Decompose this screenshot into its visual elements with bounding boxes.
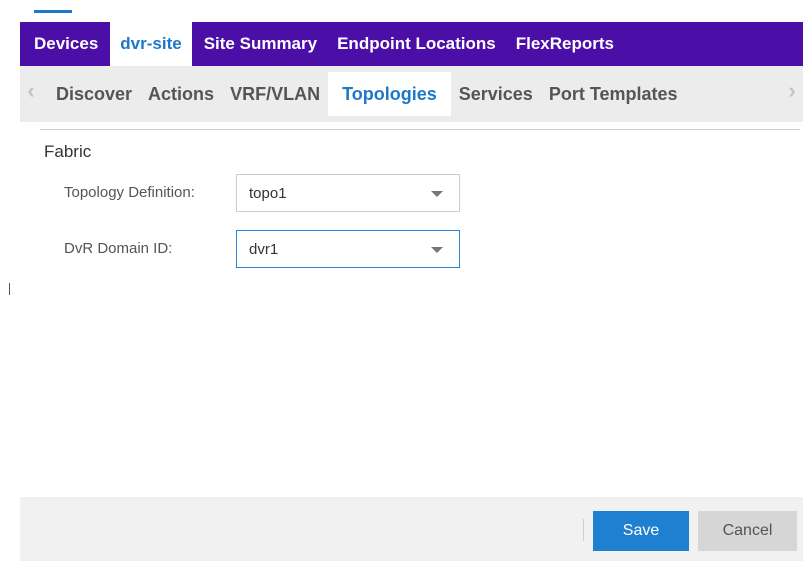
save-button[interactable]: Save (593, 511, 689, 551)
secondary-tab-row: Discover Actions VRF/VLAN Topologies Ser… (48, 72, 686, 116)
tab-port-templates[interactable]: Port Templates (541, 72, 686, 116)
primary-tab-bar: Devices dvr-site Site Summary Endpoint L… (20, 22, 803, 66)
tab-topologies[interactable]: Topologies (328, 72, 451, 116)
dvr-domain-id-label: DvR Domain ID: (64, 240, 173, 257)
chevron-right-icon[interactable]: › (781, 78, 803, 104)
dvr-domain-id-value: dvr1 (249, 240, 279, 258)
tab-endpoint-locations[interactable]: Endpoint Locations (327, 22, 506, 66)
topologies-panel: Fabric Topology Definition: topo1 DvR Do… (20, 122, 803, 497)
footer-divider (583, 519, 584, 541)
tab-services[interactable]: Services (451, 72, 541, 116)
topology-definition-select[interactable]: topo1 (236, 174, 460, 212)
topology-definition-label: Topology Definition: (64, 184, 195, 201)
tab-vrf-vlan[interactable]: VRF/VLAN (222, 72, 328, 116)
cancel-button[interactable]: Cancel (698, 511, 797, 551)
top-accent-bar (34, 10, 72, 13)
chevron-left-icon[interactable]: ‹ (20, 78, 42, 104)
tab-flexreports[interactable]: FlexReports (506, 22, 624, 66)
tab-dvr-site[interactable]: dvr-site (110, 22, 192, 66)
tab-discover[interactable]: Discover (48, 72, 140, 116)
footer-bar: Save Cancel (20, 497, 803, 561)
section-title-fabric: Fabric (44, 142, 92, 161)
secondary-tab-bar: ‹ Discover Actions VRF/VLAN Topologies S… (20, 66, 803, 122)
side-marker (9, 283, 10, 295)
dvr-domain-id-select[interactable]: dvr1 (236, 230, 460, 268)
section-divider (40, 129, 800, 130)
tab-actions[interactable]: Actions (140, 72, 222, 116)
caret-down-icon (431, 247, 443, 253)
tab-site-summary[interactable]: Site Summary (194, 22, 327, 66)
caret-down-icon (431, 191, 443, 197)
topology-definition-value: topo1 (249, 184, 287, 202)
tab-devices[interactable]: Devices (24, 22, 108, 66)
